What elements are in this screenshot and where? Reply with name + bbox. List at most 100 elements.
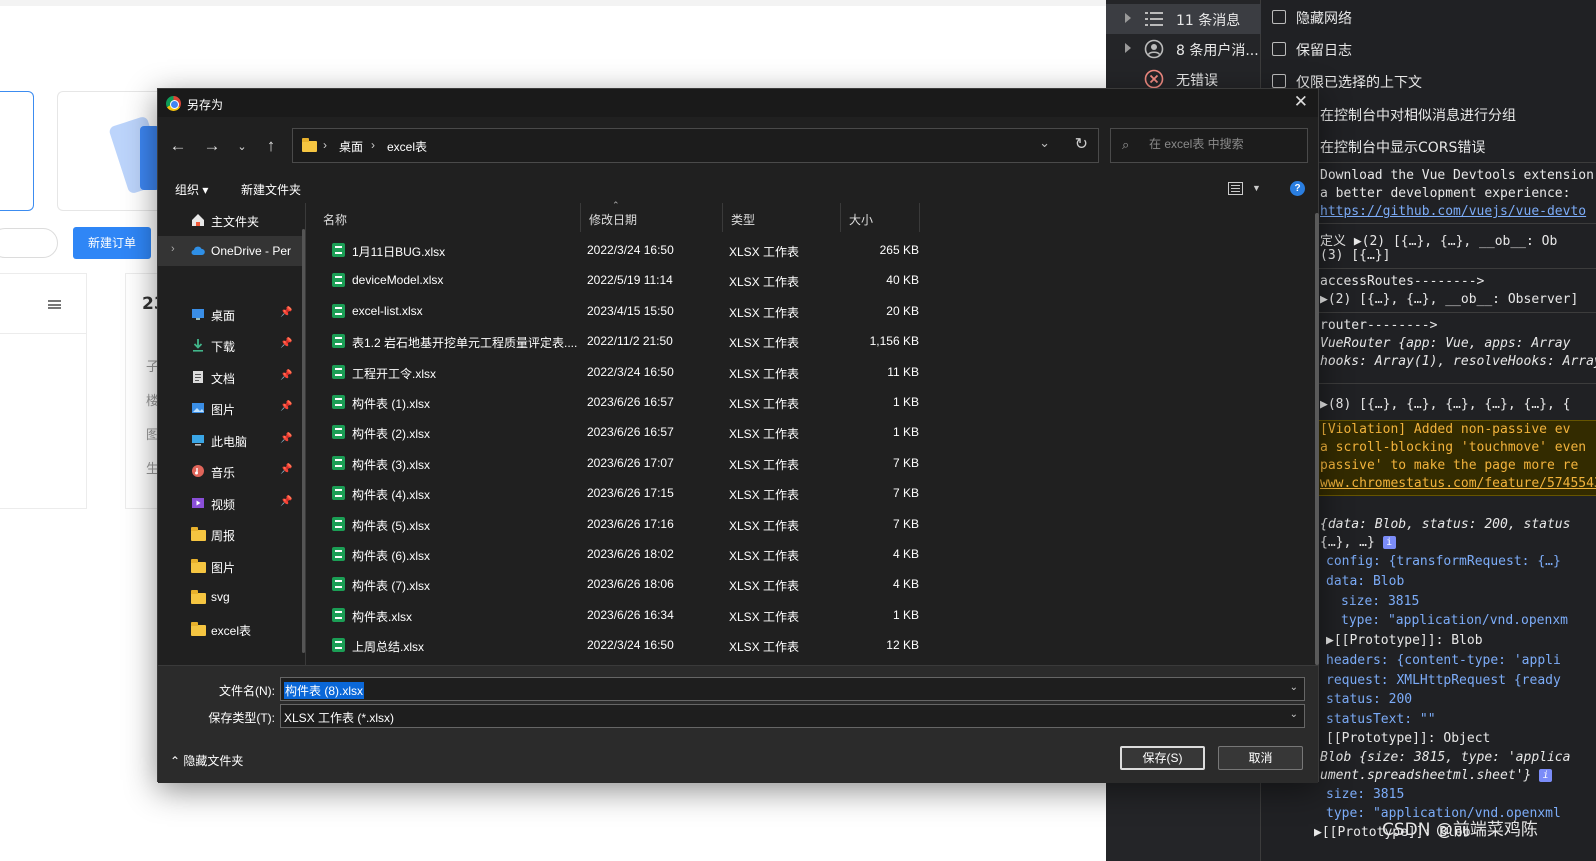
- new-folder-button[interactable]: 新建文件夹: [241, 181, 301, 198]
- console-link[interactable]: https://github.com/vuejs/vue-devto: [1320, 204, 1586, 219]
- expand-arrow-icon[interactable]: [1125, 43, 1131, 53]
- nav-item-pictures-folder[interactable]: 图片: [158, 551, 304, 581]
- console-line[interactable]: data: Blob: [1326, 574, 1404, 589]
- group-similar-option[interactable]: 在控制台中对相似消息进行分组: [1320, 105, 1516, 125]
- chevron-down-icon[interactable]: ⌄: [1290, 709, 1298, 720]
- console-line[interactable]: headers: {content-type: 'appli: [1326, 653, 1561, 668]
- console-line[interactable]: ▶[[Prototype]]: Blob: [1326, 633, 1483, 648]
- console-line[interactable]: VueRouter {app: Vue, apps: Array: [1320, 336, 1570, 351]
- cancel-button[interactable]: 取消: [1218, 746, 1303, 770]
- nav-item-svg[interactable]: svg: [158, 582, 304, 612]
- hide-folders-toggle[interactable]: ⌃ 隐藏文件夹: [170, 752, 243, 769]
- file-row[interactable]: 构件表 (6).xlsx 2023/6/26 18:02 XLSX 工作表 4 KB: [320, 539, 1075, 569]
- forward-arrow-icon[interactable]: →: [201, 136, 223, 156]
- breadcrumb-excel[interactable]: excel表: [387, 138, 427, 155]
- file-row[interactable]: excel-list.xlsx 2023/4/15 15:50 XLSX 工作表 20…: [320, 296, 1075, 326]
- file-row[interactable]: 构件表 (1).xlsx 2023/6/26 16:57 XLSX 工作表 1 KB: [320, 387, 1075, 417]
- pin-icon[interactable]: 📌: [280, 338, 292, 349]
- console-line[interactable]: ▶(2) [{…}, {…}, __ob__: Observer]: [1320, 292, 1578, 307]
- selected-card[interactable]: [0, 91, 34, 211]
- nav-item-music[interactable]: 音乐 📌: [158, 456, 304, 486]
- pin-icon[interactable]: 📌: [280, 307, 292, 318]
- new-order-button[interactable]: 新建订单: [73, 227, 151, 259]
- sidebar-user-messages[interactable]: 8 条用户消...: [1106, 34, 1261, 64]
- file-name: 1月11日BUG.xlsx: [352, 245, 446, 259]
- chevron-down-icon[interactable]: ⌄: [1039, 135, 1050, 151]
- organize-button[interactable]: 组织 ▾: [175, 181, 208, 198]
- nav-item-videos[interactable]: 视频 📌: [158, 488, 304, 518]
- nav-item-onedrive[interactable]: › OneDrive - Per: [158, 236, 304, 266]
- console-line[interactable]: 定义 ▶(2) [{…}, {…}, __ob__: Ob: [1320, 230, 1557, 249]
- filename-value[interactable]: 构件表 (8).xlsx: [284, 682, 365, 699]
- console-line[interactable]: config: {transformRequest: {…}: [1326, 554, 1561, 569]
- column-header-size[interactable]: 大小: [841, 203, 920, 232]
- nav-item-excel[interactable]: excel表: [158, 614, 304, 644]
- checkbox-box[interactable]: [1272, 42, 1286, 56]
- help-icon[interactable]: ?: [1290, 181, 1305, 196]
- page-search-input[interactable]: [0, 228, 58, 258]
- refresh-icon[interactable]: ↻: [1075, 134, 1088, 154]
- file-row[interactable]: 构件表 (4).xlsx 2023/6/26 17:15 XLSX 工作表 7 KB: [320, 478, 1075, 508]
- column-header-date[interactable]: 修改日期: [581, 203, 723, 232]
- file-list-scrollbar[interactable]: [1315, 213, 1319, 665]
- close-icon[interactable]: ✕: [1294, 92, 1308, 112]
- console-line[interactable]: [[Prototype]]: Object: [1326, 731, 1490, 746]
- file-date: 2022/5/19 11:14: [587, 273, 673, 288]
- sidebar-messages[interactable]: 11 条消息: [1106, 4, 1261, 34]
- console-line[interactable]: {data: Blob, status: 200, status: [1320, 517, 1570, 532]
- console-line: ument.spreadsheetml.sheet'} i: [1320, 768, 1553, 783]
- file-row[interactable]: 工程开工令.xlsx 2022/3/24 16:50 XLSX 工作表 11 KB: [320, 357, 1075, 387]
- console-line[interactable]: request: XMLHttpRequest {ready: [1326, 673, 1561, 688]
- filename-input[interactable]: 构件表 (8).xlsx ⌄: [280, 677, 1305, 701]
- pin-icon[interactable]: 📌: [280, 496, 292, 507]
- show-cors-option[interactable]: 在控制台中显示CORS错误: [1320, 137, 1485, 157]
- view-dropdown-icon[interactable]: ▼: [1252, 183, 1261, 193]
- file-row[interactable]: 构件表.xlsx 2023/6/26 16:34 XLSX 工作表 1 KB: [320, 600, 1075, 630]
- pin-icon[interactable]: 📌: [280, 370, 292, 381]
- menu-icon[interactable]: [48, 300, 61, 309]
- up-arrow-icon[interactable]: ↑: [260, 136, 282, 156]
- pin-icon[interactable]: 📌: [280, 433, 292, 444]
- nav-item-documents[interactable]: 文档 📌: [158, 362, 304, 392]
- file-row[interactable]: 上周总结.xlsx 2022/3/24 16:50 XLSX 工作表 12 KB: [320, 630, 1075, 660]
- checkbox-box[interactable]: [1272, 74, 1286, 88]
- search-input[interactable]: [1149, 137, 1299, 151]
- save-button[interactable]: 保存(S): [1120, 746, 1205, 770]
- address-bar[interactable]: › 桌面 › excel表 ⌄ ↻: [292, 128, 1099, 163]
- nav-item-downloads[interactable]: 下载 📌: [158, 330, 304, 360]
- console-line[interactable]: Blob {size: 3815, type: 'applica: [1320, 750, 1570, 765]
- filetype-select[interactable]: XLSX 工作表 (*.xlsx) ⌄: [280, 704, 1305, 728]
- info-icon[interactable]: i: [1539, 769, 1553, 782]
- warning-link[interactable]: www.chromestatus.com/feature/57455437959…: [1320, 476, 1596, 491]
- pin-icon[interactable]: 📌: [280, 464, 292, 475]
- search-box[interactable]: ⌕: [1110, 128, 1308, 163]
- column-header-type[interactable]: 类型: [723, 203, 841, 232]
- chevron-down-icon[interactable]: ⌄: [1290, 682, 1298, 693]
- file-row[interactable]: deviceModel.xlsx 2022/5/19 11:14 XLSX 工作表 4…: [320, 265, 1075, 295]
- file-row[interactable]: 构件表 (5).xlsx 2023/6/26 17:16 XLSX 工作表 7 KB: [320, 509, 1075, 539]
- column-header-name[interactable]: 名称 ⌃: [315, 200, 620, 232]
- console-line[interactable]: ▶(8) [{…}, {…}, {…}, {…}, {…}, {: [1320, 397, 1570, 412]
- breadcrumb-desktop[interactable]: 桌面: [339, 138, 363, 155]
- checkbox-box[interactable]: [1272, 10, 1286, 24]
- info-icon[interactable]: i: [1382, 536, 1396, 549]
- expand-arrow-icon[interactable]: [1125, 13, 1131, 23]
- view-options-icon[interactable]: [1228, 182, 1243, 195]
- chevron-right-icon[interactable]: ›: [171, 243, 175, 255]
- back-arrow-icon[interactable]: ←: [167, 136, 189, 156]
- file-row[interactable]: 表1.2 岩石地基开挖单元工程质量评定表.... 2022/11/2 21:50 X…: [320, 326, 1075, 356]
- nav-item-pictures[interactable]: 图片 📌: [158, 393, 304, 423]
- warning-line: passive' to make the page more re: [1320, 458, 1579, 473]
- file-row[interactable]: 构件表 (2).xlsx 2023/6/26 16:57 XLSX 工作表 1 KB: [320, 417, 1075, 447]
- file-row[interactable]: 构件表 (7).xlsx 2023/6/26 18:06 XLSX 工作表 4 KB: [320, 569, 1075, 599]
- recent-dropdown-icon[interactable]: ⌄: [231, 140, 253, 153]
- file-row[interactable]: 构件表 (3).xlsx 2023/6/26 17:07 XLSX 工作表 7 KB: [320, 448, 1075, 478]
- file-row[interactable]: 1月11日BUG.xlsx 2022/3/24 16:50 XLSX 工作表 265 …: [320, 235, 1075, 265]
- nav-scrollbar[interactable]: [302, 229, 305, 653]
- nav-item-desktop[interactable]: 桌面 📌: [158, 299, 304, 329]
- nav-item-home[interactable]: 主文件夹: [158, 205, 304, 235]
- nav-item-weekly[interactable]: 周报: [158, 519, 304, 549]
- dialog-titlebar[interactable]: 另存为 ✕: [158, 89, 1318, 117]
- nav-item-this-pc[interactable]: 此电脑 📌: [158, 425, 304, 455]
- pin-icon[interactable]: 📌: [280, 401, 292, 412]
